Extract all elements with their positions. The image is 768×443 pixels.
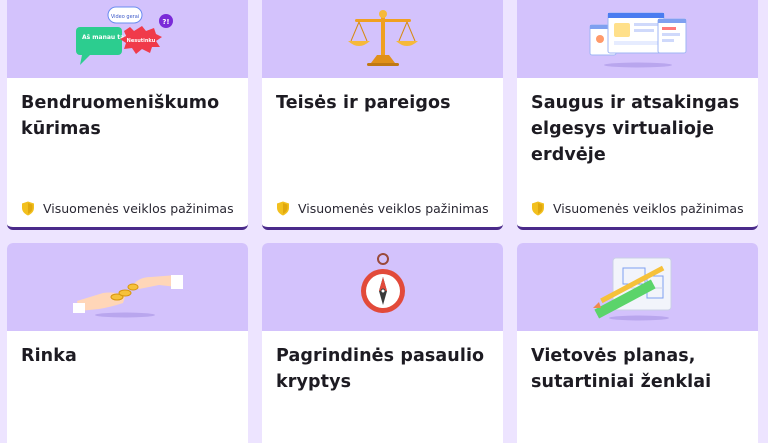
- card-title: Bendruomeniškumo kūrimas: [21, 93, 220, 139]
- speech-bubbles-image: Video gerai ?! Aš manau taip... Nesutink…: [75, 6, 173, 65]
- topic-card-teises[interactable]: Teisės ir pareigos Visuomenės veiklos pa…: [262, 0, 503, 230]
- card-thumbnail: [517, 243, 758, 331]
- topic-card-vietoves-planas[interactable]: Vietovės planas, sutartiniai ženklai: [517, 243, 758, 443]
- category-label: Visuomenės veiklos pažinimas: [43, 201, 234, 216]
- card-thumbnail: Video gerai ?! Aš manau taip... Nesutink…: [7, 0, 248, 78]
- card-title: Saugus ir atsakingas elgesys virtualioje…: [531, 93, 740, 165]
- shield-icon: [22, 201, 34, 216]
- svg-text:Nesutinku: Nesutinku: [126, 38, 155, 44]
- coins-hands-image: [72, 275, 183, 318]
- card-thumbnail: [7, 243, 248, 331]
- category-label: Visuomenės veiklos pažinimas: [553, 201, 744, 216]
- topics-grid: Video gerai ?! Aš manau taip... Nesutink…: [7, 0, 758, 443]
- category-tag: Visuomenės veiklos pažinimas: [21, 201, 234, 216]
- svg-text:Video gerai: Video gerai: [110, 14, 138, 20]
- browser-windows-image: [589, 12, 686, 68]
- category-tag: Visuomenės veiklos pažinimas: [276, 201, 489, 216]
- card-thumbnail: [262, 243, 503, 331]
- shield-icon: [277, 201, 289, 216]
- shield-icon: [532, 201, 544, 216]
- card-title: Pagrindinės pasaulio kryptys: [276, 346, 485, 392]
- card-title: Rinka: [21, 346, 77, 366]
- topic-card-saugus[interactable]: Saugus ir atsakingas elgesys virtualioje…: [517, 0, 758, 230]
- topic-card-kryptys[interactable]: Pagrindinės pasaulio kryptys: [262, 243, 503, 443]
- category-tag: Visuomenės veiklos pažinimas: [531, 201, 744, 216]
- card-title: Vietovės planas, sutartiniai ženklai: [531, 346, 712, 392]
- card-title: Teisės ir pareigos: [276, 93, 451, 113]
- compass-image: [360, 253, 405, 313]
- topic-card-bendruomeniskumo[interactable]: Video gerai ?! Aš manau taip... Nesutink…: [7, 0, 248, 230]
- topic-card-rinka[interactable]: Rinka: [7, 243, 248, 443]
- category-label: Visuomenės veiklos pažinimas: [298, 201, 489, 216]
- blueprint-ruler-image: [592, 257, 671, 321]
- svg-text:?!: ?!: [162, 18, 169, 26]
- card-thumbnail: [517, 0, 758, 78]
- card-thumbnail: [262, 0, 503, 78]
- scales-image: [347, 10, 418, 66]
